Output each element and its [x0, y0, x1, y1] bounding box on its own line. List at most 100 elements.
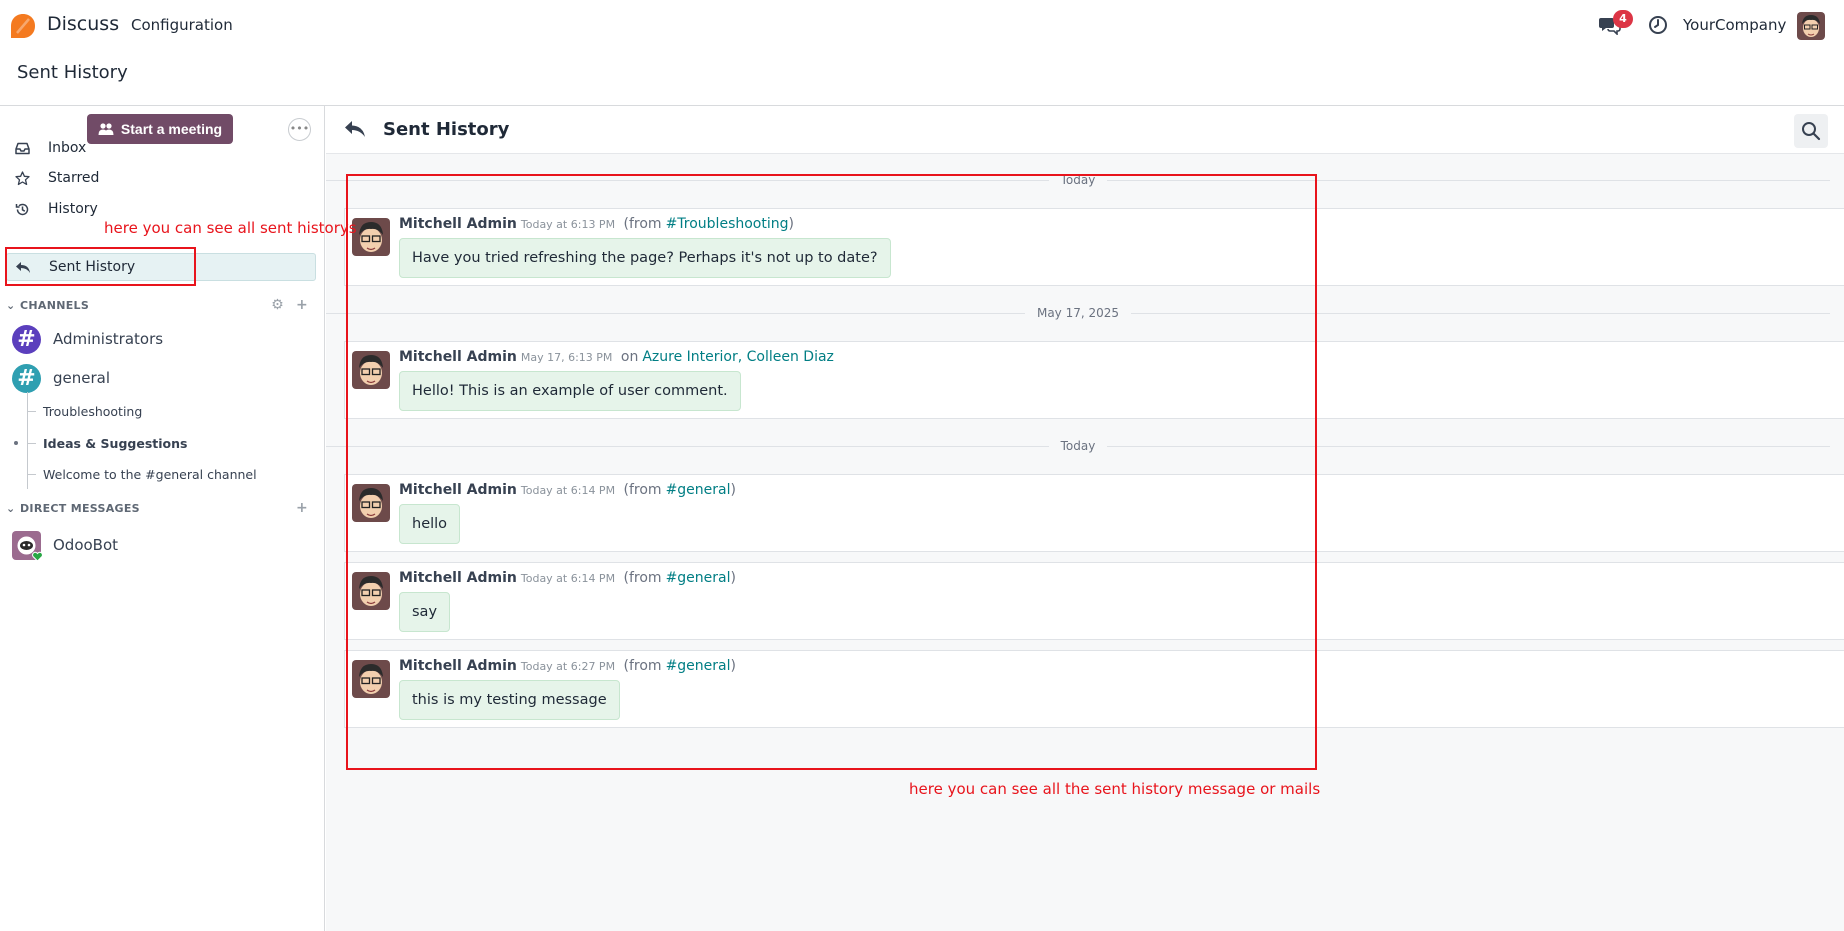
channel-administrators[interactable]: # Administrators [12, 323, 163, 355]
unread-dot [14, 441, 18, 445]
message-body: say [399, 592, 451, 632]
annotation-sidebar-note: here you can see all sent historys [104, 219, 357, 237]
thread-header: Sent History [326, 106, 1844, 154]
top-navbar: Discuss Configuration 4 YourCompany [0, 0, 1844, 51]
online-heart-icon [32, 551, 43, 562]
sidebar-item-label: History [48, 201, 98, 217]
message[interactable]: Mitchell Admin Today at 6:14 PM (from #gen… [344, 562, 1844, 640]
origin-link[interactable]: #general [666, 658, 731, 674]
author-avatar-icon [352, 218, 390, 256]
author-avatar-icon [352, 351, 390, 389]
direct-messages-section-header[interactable]: ⌄ DIRECT MESSAGES + [6, 498, 316, 518]
thread-ideas-suggestions[interactable]: Ideas & Suggestions [43, 433, 187, 453]
app-name[interactable]: Discuss [47, 13, 119, 35]
company-switcher[interactable]: YourCompany [1683, 16, 1786, 34]
inbox-icon [14, 140, 30, 156]
message-time: May 17, 6:13 PM [520, 351, 613, 364]
thread-title: Sent History [383, 119, 510, 140]
discuss-app-logo-icon[interactable] [10, 13, 36, 39]
message-time: Today at 6:13 PM [520, 218, 616, 231]
reply-icon [15, 259, 31, 275]
reply-icon [345, 121, 365, 137]
origin-suffix: ) [730, 482, 736, 498]
message-time: Today at 6:27 PM [520, 660, 616, 673]
author-avatar[interactable] [352, 218, 390, 256]
sidebar-item-label: Sent History [49, 259, 136, 275]
search-icon [1802, 122, 1821, 141]
message-count-badge: 4 [1613, 10, 1633, 28]
message-header: Mitchell Admin Today at 6:14 PM (from #gen… [399, 482, 736, 498]
odoobot-avatar [12, 530, 43, 562]
hash-icon: # [12, 363, 41, 393]
origin-prefix: (from [623, 658, 662, 674]
add-dm-icon[interactable]: + [296, 500, 308, 516]
thread-connector-tick [27, 443, 36, 444]
origin-prefix: (from [623, 570, 662, 586]
date-separator: Today [326, 438, 1830, 454]
channel-general[interactable]: # general [12, 362, 110, 394]
clock-icon[interactable] [1648, 15, 1668, 35]
author-name[interactable]: Mitchell Admin [399, 570, 517, 586]
origin-suffix: ) [730, 570, 736, 586]
sidebar-item-inbox[interactable]: Inbox [6, 134, 316, 162]
history-icon [14, 201, 30, 217]
message-time: Today at 6:14 PM [520, 484, 616, 497]
message-body: hello [399, 504, 461, 544]
date-label: Today [1060, 439, 1096, 453]
author-avatar[interactable] [352, 484, 390, 522]
message-header: Mitchell Admin Today at 6:14 PM (from #gen… [399, 570, 736, 586]
message-body: Hello! This is an example of user commen… [399, 371, 741, 411]
origin-suffix: ) [788, 216, 794, 232]
author-name[interactable]: Mitchell Admin [399, 216, 517, 232]
origin-link[interactable]: #general [666, 482, 731, 498]
author-avatar[interactable] [352, 572, 390, 610]
message[interactable]: Mitchell Admin Today at 6:14 PM (from #gen… [344, 474, 1844, 552]
message[interactable]: Mitchell Admin Today at 6:13 PM (from #Tro… [344, 208, 1844, 286]
author-name[interactable]: Mitchell Admin [399, 349, 517, 365]
author-avatar[interactable] [352, 351, 390, 389]
message[interactable]: Mitchell Admin Today at 6:27 PM (from #gen… [344, 650, 1844, 728]
channel-name: general [53, 369, 111, 387]
date-separator: May 17, 2025 [326, 305, 1830, 321]
thread-troubleshooting[interactable]: Troubleshooting [43, 401, 142, 421]
sidebar-item-starred[interactable]: Starred [6, 164, 316, 192]
origin-link[interactable]: Azure Interior, Colleen Diaz [642, 349, 834, 365]
user-avatar-icon [1797, 12, 1825, 40]
dm-name: OdooBot [53, 536, 119, 554]
message[interactable]: Mitchell Admin May 17, 6:13 PM on Azure In… [344, 341, 1844, 419]
origin-prefix: (from [623, 216, 662, 232]
thread-connector-tick [27, 411, 36, 412]
thread-welcome-general[interactable]: Welcome to the #general channel [43, 464, 257, 484]
message-thread-panel: Sent History Today Mitchell Admin Today a… [326, 106, 1844, 931]
author-avatar-icon [352, 484, 390, 522]
thread-connector-tick [27, 474, 36, 475]
page-title: Sent History [17, 62, 128, 83]
annotation-main-note: here you can see all the sent history me… [909, 780, 1321, 798]
chevron-down-icon: ⌄ [6, 298, 16, 312]
message-body: Have you tried refreshing the page? Perh… [399, 238, 891, 278]
menu-configuration[interactable]: Configuration [131, 16, 233, 34]
origin-link[interactable]: #general [666, 570, 731, 586]
user-avatar[interactable] [1797, 12, 1825, 40]
message-header: Mitchell Admin Today at 6:27 PM (from #gen… [399, 658, 736, 674]
origin-link[interactable]: #Troubleshooting [666, 216, 789, 232]
chevron-down-icon: ⌄ [6, 501, 16, 515]
date-label: May 17, 2025 [1036, 306, 1120, 320]
gear-icon[interactable]: ⚙ [271, 297, 284, 313]
date-separator: Today [326, 172, 1830, 188]
author-name[interactable]: Mitchell Admin [399, 658, 517, 674]
channels-section-header[interactable]: ⌄ CHANNELS ⚙ + [6, 295, 316, 315]
author-avatar-icon [352, 660, 390, 698]
channel-name: Administrators [53, 330, 164, 348]
author-avatar-icon [352, 572, 390, 610]
author-name[interactable]: Mitchell Admin [399, 482, 517, 498]
date-label: Today [1060, 173, 1096, 187]
author-avatar[interactable] [352, 660, 390, 698]
control-panel: Sent History [0, 51, 1844, 106]
search-button[interactable] [1794, 114, 1828, 148]
add-channel-icon[interactable]: + [296, 297, 308, 313]
message-time: Today at 6:14 PM [520, 572, 616, 585]
sidebar-item-sent-history[interactable]: Sent History [6, 253, 316, 281]
sidebar-item-label: Inbox [48, 140, 87, 156]
dm-odoobot[interactable]: OdooBot [12, 529, 119, 562]
